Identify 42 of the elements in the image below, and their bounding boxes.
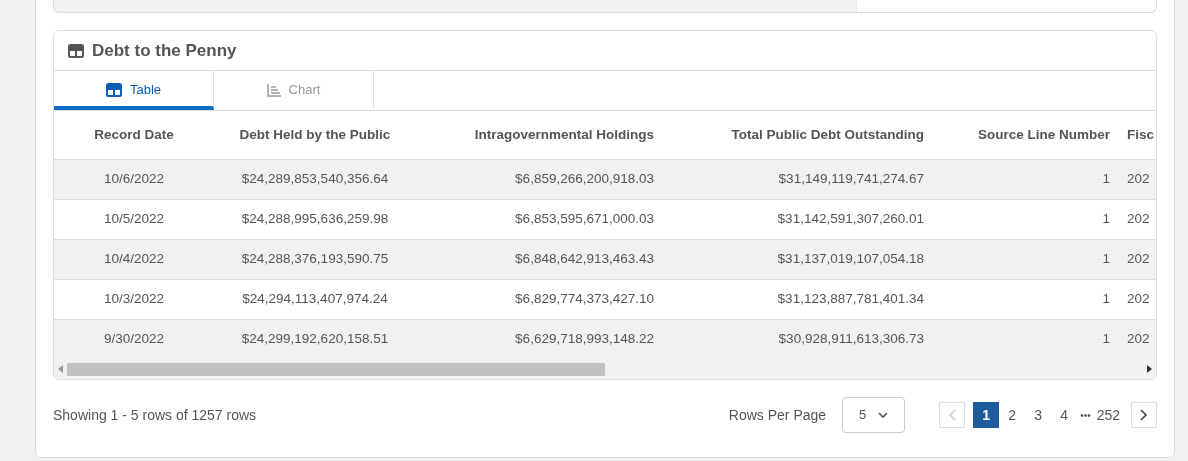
table-icon: [105, 83, 122, 97]
caret-icon: [878, 412, 889, 418]
rows-summary: Showing 1 - 5 rows of 1257 rows: [53, 405, 257, 425]
table-cell: 202: [1122, 239, 1156, 279]
column-header[interactable]: Fisc: [1122, 111, 1156, 159]
tab[interactable]: Table: [54, 71, 214, 110]
table-cell: 202: [1122, 159, 1156, 199]
table-icon: [68, 43, 84, 58]
column-header[interactable]: Intragovernmental Holdings: [416, 111, 666, 159]
chevron-next-icon: [1140, 409, 1148, 421]
horizontal-scrollbar[interactable]: [54, 359, 1156, 379]
table-cell: 10/4/2022: [54, 239, 214, 279]
table-cell: 1: [936, 239, 1122, 279]
column-header[interactable]: Total Public Debt Outstanding: [666, 111, 936, 159]
table-cell: $24,299,192,620,158.51: [214, 319, 416, 359]
column-header[interactable]: Source Line Number: [936, 111, 1122, 159]
table-cell: 202: [1122, 319, 1156, 359]
table-cell: $30,928,911,613,306.73: [666, 319, 936, 359]
page-ellipsis: •••: [1079, 408, 1092, 423]
table-cell: $24,288,376,193,590.75: [214, 239, 416, 279]
column-header[interactable]: Debt Held by the Public: [214, 111, 416, 159]
right-arrow-icon[interactable]: [1147, 365, 1152, 373]
table-cell: $6,629,718,993,148.22: [416, 319, 666, 359]
table-cell: $6,859,266,200,918.03: [416, 159, 666, 199]
chart-icon: [266, 83, 281, 97]
table-cell: 9/30/2022: [54, 319, 214, 359]
scroll-thumb[interactable]: [67, 362, 605, 376]
column-header[interactable]: Record Date: [54, 111, 214, 159]
page-button[interactable]: 1: [973, 402, 1000, 428]
table-cell: $31,149,119,741,274.67: [666, 159, 936, 199]
table-cell: 1: [936, 319, 1122, 359]
rows-per-page-label: Rows Per Page: [728, 405, 827, 425]
table-cell: $24,289,853,540,356.64: [214, 159, 416, 199]
table-cell: $6,848,642,913,463.43: [416, 239, 666, 279]
table-cell: 1: [936, 159, 1122, 199]
table-cell: 10/6/2022: [54, 159, 214, 199]
chevron-previous-icon: [948, 409, 957, 421]
next-page-button[interactable]: [1131, 402, 1157, 428]
card-title: Debt to the Penny: [92, 39, 237, 62]
table-cell: $31,137,019,107,054.18: [666, 239, 936, 279]
left-arrow-icon[interactable]: [58, 365, 63, 373]
rows-per-page-dropdown[interactable]: 5: [842, 397, 906, 433]
